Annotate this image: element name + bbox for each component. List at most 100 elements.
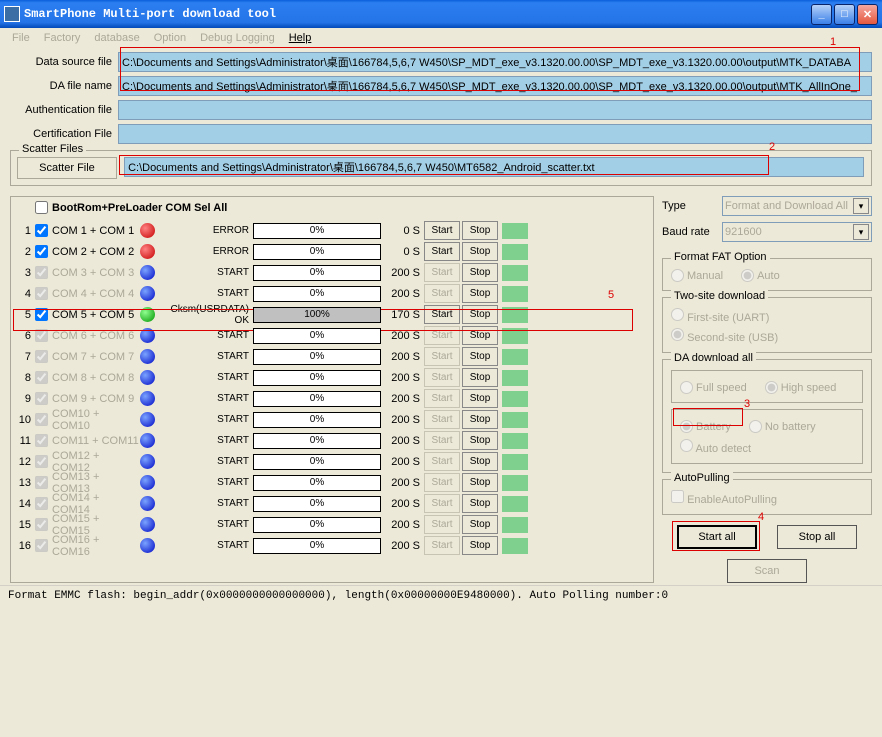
baud-combo[interactable]: 921600▾ xyxy=(722,222,872,242)
cert-file-input[interactable] xyxy=(118,124,872,144)
enable-autopulling-checkbox[interactable]: EnableAutoPulling xyxy=(671,494,777,506)
port-start-button[interactable]: Start xyxy=(424,410,460,429)
port-checkbox[interactable] xyxy=(35,266,48,279)
port-stop-button[interactable]: Stop xyxy=(462,284,498,303)
close-button[interactable]: ✕ xyxy=(857,4,878,25)
port-checkbox[interactable] xyxy=(35,392,48,405)
status-dot-icon xyxy=(140,223,155,238)
port-stop-button[interactable]: Stop xyxy=(462,242,498,261)
chevron-down-icon[interactable]: ▾ xyxy=(853,198,869,214)
port-stop-button[interactable]: Stop xyxy=(462,326,498,345)
port-checkbox[interactable] xyxy=(35,350,48,363)
port-checkbox[interactable] xyxy=(35,329,48,342)
port-checkbox[interactable] xyxy=(35,224,48,237)
status-dot-icon xyxy=(140,496,155,511)
port-led xyxy=(502,496,528,512)
status-dot-icon xyxy=(140,454,155,469)
port-start-button[interactable]: Start xyxy=(424,326,460,345)
port-start-button[interactable]: Start xyxy=(424,389,460,408)
scatter-file-button[interactable]: Scatter File xyxy=(17,157,117,179)
port-stop-button[interactable]: Stop xyxy=(462,494,498,513)
port-start-button[interactable]: Start xyxy=(424,473,460,492)
port-start-button[interactable]: Start xyxy=(424,347,460,366)
auth-file-input[interactable] xyxy=(118,100,872,120)
port-index: 3 xyxy=(17,267,31,279)
port-checkbox[interactable] xyxy=(35,308,48,321)
menu-file[interactable]: File xyxy=(6,30,36,46)
da-file-input[interactable]: C:\Documents and Settings\Administrator\… xyxy=(118,76,872,96)
sel-all-checkbox[interactable] xyxy=(35,201,48,214)
type-label: Type xyxy=(662,200,722,212)
scatter-file-input[interactable]: C:\Documents and Settings\Administrator\… xyxy=(124,157,864,177)
port-stop-button[interactable]: Stop xyxy=(462,221,498,240)
port-start-button[interactable]: Start xyxy=(424,305,460,324)
port-start-button[interactable]: Start xyxy=(424,368,460,387)
maximize-button[interactable]: □ xyxy=(834,4,855,25)
port-checkbox[interactable] xyxy=(35,476,48,489)
port-status: START xyxy=(159,414,253,425)
status-bar: Format EMMC flash: begin_addr(0x00000000… xyxy=(0,585,882,606)
port-checkbox[interactable] xyxy=(35,287,48,300)
port-checkbox[interactable] xyxy=(35,371,48,384)
menu-factory[interactable]: Factory xyxy=(38,30,87,46)
scan-button[interactable]: Scan xyxy=(727,559,807,583)
full-speed-radio[interactable]: Full speed xyxy=(680,381,747,394)
port-stop-button[interactable]: Stop xyxy=(462,368,498,387)
port-stop-button[interactable]: Stop xyxy=(462,536,498,555)
port-checkbox[interactable] xyxy=(35,245,48,258)
second-site-radio[interactable]: Second-site (USB) xyxy=(671,328,863,344)
port-checkbox[interactable] xyxy=(35,497,48,510)
start-all-button[interactable]: Start all xyxy=(677,525,757,549)
menu-debug-logging[interactable]: Debug Logging xyxy=(194,30,281,46)
port-start-button[interactable]: Start xyxy=(424,452,460,471)
port-stop-button[interactable]: Stop xyxy=(462,347,498,366)
menu-database[interactable]: database xyxy=(88,30,145,46)
chevron-down-icon[interactable]: ▾ xyxy=(853,224,869,240)
port-stop-button[interactable]: Stop xyxy=(462,263,498,282)
annot-3: 3 xyxy=(744,398,750,410)
port-start-button[interactable]: Start xyxy=(424,515,460,534)
port-row: 2COM 2 + COM 2ERROR0%0 SStartStop xyxy=(17,241,647,262)
high-speed-radio[interactable]: High speed xyxy=(765,381,837,394)
port-time: 200 S xyxy=(384,330,420,342)
stop-all-button[interactable]: Stop all xyxy=(777,525,857,549)
port-stop-button[interactable]: Stop xyxy=(462,305,498,324)
battery-radio[interactable]: Battery xyxy=(680,420,731,433)
port-start-button[interactable]: Start xyxy=(424,494,460,513)
port-stop-button[interactable]: Stop xyxy=(462,389,498,408)
progress-bar: 0% xyxy=(253,265,381,281)
no-battery-radio[interactable]: No battery xyxy=(749,420,816,433)
port-start-button[interactable]: Start xyxy=(424,284,460,303)
status-dot-icon xyxy=(140,244,155,259)
port-checkbox[interactable] xyxy=(35,455,48,468)
menu-option[interactable]: Option xyxy=(148,30,192,46)
port-stop-button[interactable]: Stop xyxy=(462,515,498,534)
data-source-input[interactable]: C:\Documents and Settings\Administrator\… xyxy=(118,52,872,72)
port-led xyxy=(502,517,528,533)
port-checkbox[interactable] xyxy=(35,413,48,426)
fat-auto-radio[interactable]: Auto xyxy=(741,269,780,282)
port-stop-button[interactable]: Stop xyxy=(462,410,498,429)
port-start-button[interactable]: Start xyxy=(424,221,460,240)
port-start-button[interactable]: Start xyxy=(424,263,460,282)
port-led xyxy=(502,244,528,260)
port-name: COM 7 + COM 7 xyxy=(52,351,140,363)
port-start-button[interactable]: Start xyxy=(424,431,460,450)
port-stop-button[interactable]: Stop xyxy=(462,431,498,450)
port-checkbox[interactable] xyxy=(35,539,48,552)
menu-help[interactable]: Help xyxy=(283,30,318,46)
port-checkbox[interactable] xyxy=(35,518,48,531)
first-site-radio[interactable]: First-site (UART) xyxy=(671,308,863,324)
fat-manual-radio[interactable]: Manual xyxy=(671,269,723,282)
port-led xyxy=(502,286,528,302)
port-stop-button[interactable]: Stop xyxy=(462,473,498,492)
auto-detect-radio[interactable]: Auto detect xyxy=(680,443,751,455)
port-stop-button[interactable]: Stop xyxy=(462,452,498,471)
port-row: 6COM 6 + COM 6START0%200 SStartStop xyxy=(17,325,647,346)
port-checkbox[interactable] xyxy=(35,434,48,447)
port-led xyxy=(502,391,528,407)
type-combo[interactable]: Format and Download All▾ xyxy=(722,196,872,216)
minimize-button[interactable]: _ xyxy=(811,4,832,25)
port-start-button[interactable]: Start xyxy=(424,536,460,555)
port-start-button[interactable]: Start xyxy=(424,242,460,261)
